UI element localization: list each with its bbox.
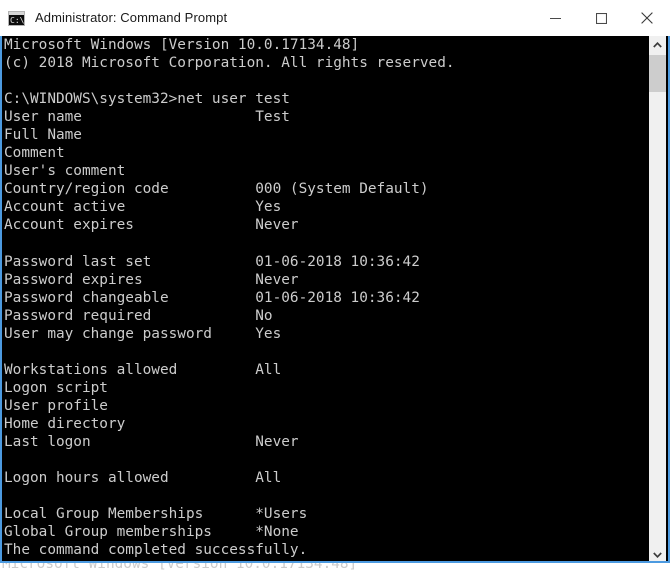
console-line: Logon hours allowed All: [4, 470, 282, 487]
scrollbar-thumb[interactable]: [649, 55, 666, 92]
console-line: User profile: [4, 397, 108, 414]
console-line: Logon script: [4, 379, 108, 396]
console-line: Account expires Never: [4, 217, 299, 234]
console-text: Microsoft Windows [Version 10.0.17134.48…: [4, 36, 640, 561]
console-line: Country/region code 000 (System Default): [4, 181, 429, 198]
console-line: (c) 2018 Microsoft Corporation. All righ…: [4, 55, 455, 72]
console-line: Comment: [4, 145, 65, 162]
titlebar[interactable]: C:\ Administrator: Command Prompt: [0, 0, 670, 36]
console-line: Full Name: [4, 127, 82, 144]
console-line: Last logon Never: [4, 434, 299, 451]
svg-text:C:\: C:\: [10, 16, 25, 25]
scroll-down-button[interactable]: [649, 546, 666, 561]
console-line: The command completed successfully.: [4, 542, 308, 559]
console-line: Password changeable 01-06-2018 10:36:42: [4, 289, 420, 306]
console-line: Home directory: [4, 415, 126, 432]
console-line: Global Group memberships *None: [4, 524, 299, 541]
minimize-button[interactable]: [532, 0, 578, 36]
console-line: User name Test: [4, 109, 290, 126]
minimize-icon: [549, 17, 561, 19]
close-icon: [641, 12, 653, 24]
console-line: C:\WINDOWS\system32>net user test: [4, 91, 290, 108]
window-controls: [532, 0, 670, 36]
console-line: Local Group Memberships *Users: [4, 506, 308, 523]
command-prompt-window: C:\ Administrator: Command Prompt Micros…: [0, 0, 670, 575]
maximize-icon: [595, 12, 607, 24]
window-title: Administrator: Command Prompt: [35, 10, 228, 25]
console-line: Workstations allowed All: [4, 361, 282, 378]
maximize-button[interactable]: [578, 0, 624, 36]
console-line: Password required No: [4, 307, 273, 324]
clipped-line: Microsoft Windows [Version 10.0.17134.48…: [2, 563, 358, 572]
scroll-up-button[interactable]: [649, 36, 666, 53]
console-output-area[interactable]: Microsoft Windows [Version 10.0.17134.48…: [0, 36, 670, 563]
console-scrollbar[interactable]: [649, 36, 666, 561]
console-line: Password last set 01-06-2018 10:36:42: [4, 253, 420, 270]
console-line: Microsoft Windows [Version 10.0.17134.48…: [4, 37, 360, 53]
close-button[interactable]: [624, 0, 670, 36]
console-line: Account active Yes: [4, 199, 282, 216]
clipped-background-text: Microsoft Windows [Version 10.0.17134.48…: [0, 563, 670, 575]
console-line: Password expires Never: [4, 271, 299, 288]
chevron-down-icon: [653, 551, 662, 558]
console-line: User's comment: [4, 163, 126, 180]
cmd-console-icon: C:\: [8, 10, 25, 26]
chevron-up-icon: [653, 41, 662, 48]
console-line: User may change password Yes: [4, 325, 282, 342]
